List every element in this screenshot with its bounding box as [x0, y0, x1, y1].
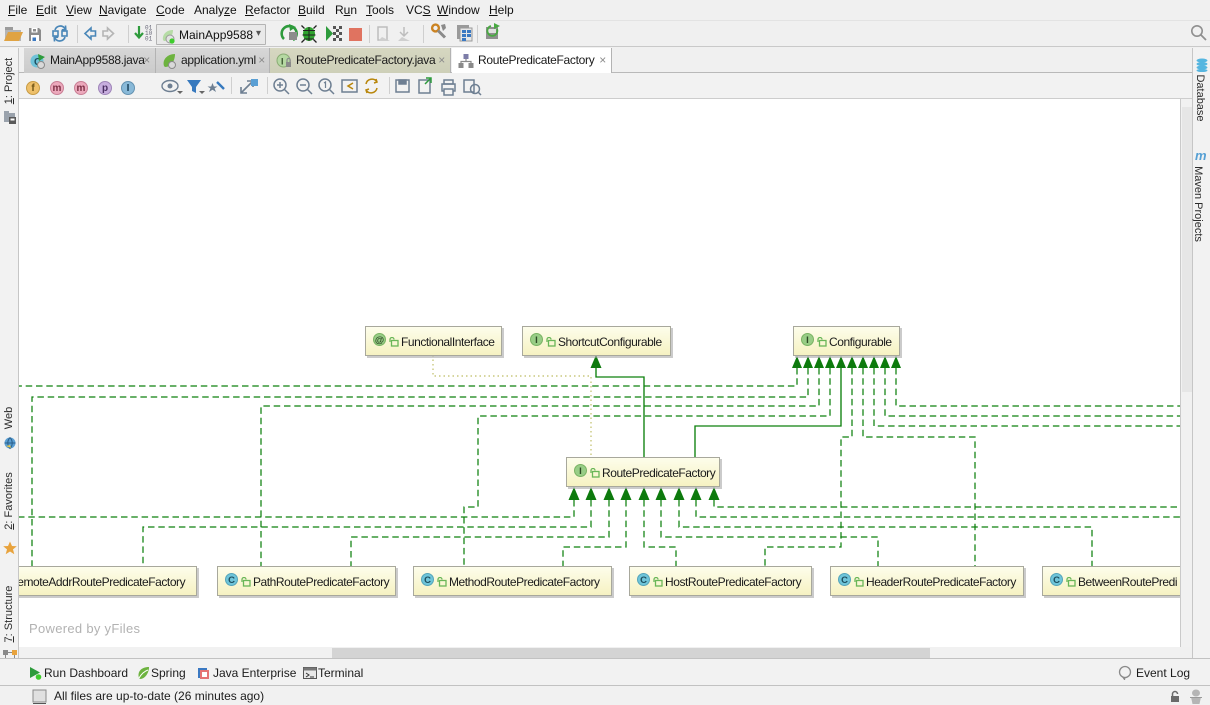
svg-text:I: I [281, 57, 283, 67]
svg-text:01: 01 [145, 36, 153, 43]
